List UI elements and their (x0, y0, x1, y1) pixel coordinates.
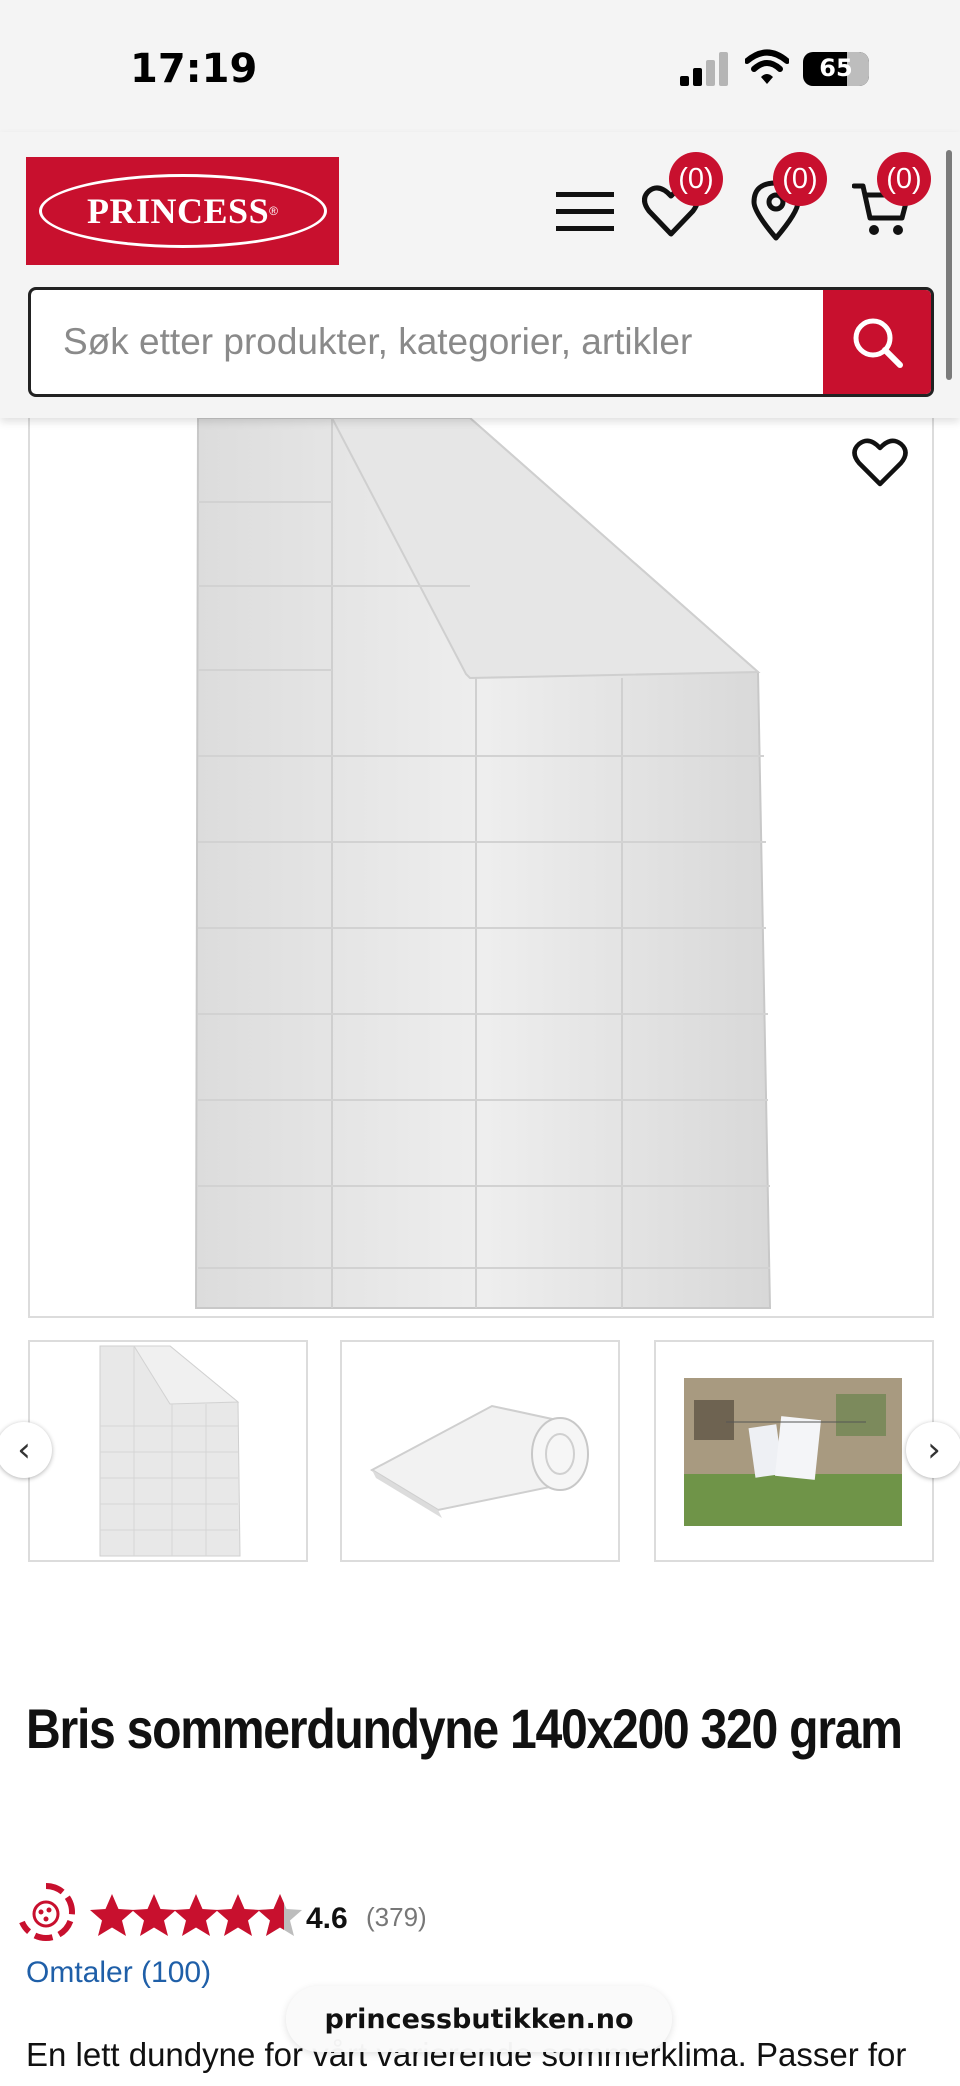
product-title: Bris sommerdundyne 140x200 320 gram (26, 1697, 903, 1760)
cart-count-badge: (0) (877, 152, 931, 206)
gallery-next-button[interactable]: › (906, 1422, 960, 1478)
duvet-image (194, 417, 772, 1309)
thumbnail-image (684, 1378, 902, 1526)
logo-registered-mark: ® (269, 204, 278, 218)
cellular-signal-icon (680, 52, 728, 86)
battery-icon: 65 (803, 52, 869, 86)
search-button[interactable] (823, 290, 931, 394)
thumbnail-image (369, 1404, 589, 1518)
wifi-icon (745, 49, 789, 84)
rating-count: (379) (366, 1902, 427, 1932)
trustpilot-badge-icon[interactable] (14, 1880, 78, 1946)
thumbnail-image (99, 1345, 241, 1557)
status-bar: 17:19 65 (0, 0, 960, 132)
wishlist-count-badge: (0) (669, 152, 723, 206)
rating-score: 4.6 (306, 1902, 348, 1935)
star-icon (216, 1894, 260, 1936)
princess-logo[interactable]: PRINCESS ® (26, 157, 339, 265)
logo-oval: PRINCESS ® (38, 174, 327, 248)
status-time: 17:19 (130, 46, 258, 92)
menu-icon[interactable] (556, 190, 614, 234)
page-scrollbar[interactable] (946, 150, 952, 380)
site-header: PRINCESS ® (0) (0) (0) (0, 132, 960, 418)
star-icon (132, 1894, 176, 1936)
battery-level: 65 (819, 54, 853, 82)
rating-stars (90, 1894, 302, 1936)
add-to-wishlist-heart-icon[interactable] (852, 436, 908, 488)
thumbnail-duvet-rolled[interactable] (340, 1340, 620, 1562)
stores-count-badge: (0) (773, 152, 827, 206)
search-input[interactable] (31, 290, 826, 394)
star-icon (90, 1894, 134, 1936)
star-icon (174, 1894, 218, 1936)
thumbnail-duvet-outdoors[interactable] (654, 1340, 934, 1562)
logo-text: PRINCESS (87, 191, 270, 231)
search-icon (853, 318, 903, 368)
reviews-link[interactable]: Omtaler (100) (26, 1956, 211, 1990)
product-main-image[interactable] (28, 406, 934, 1318)
search-bar (28, 287, 934, 397)
browser-url-bar[interactable]: princessbutikken.no (286, 1986, 672, 2052)
rating-row: 4.6 (379) (14, 1880, 614, 1950)
thumbnail-duvet-flat[interactable] (28, 1340, 308, 1562)
